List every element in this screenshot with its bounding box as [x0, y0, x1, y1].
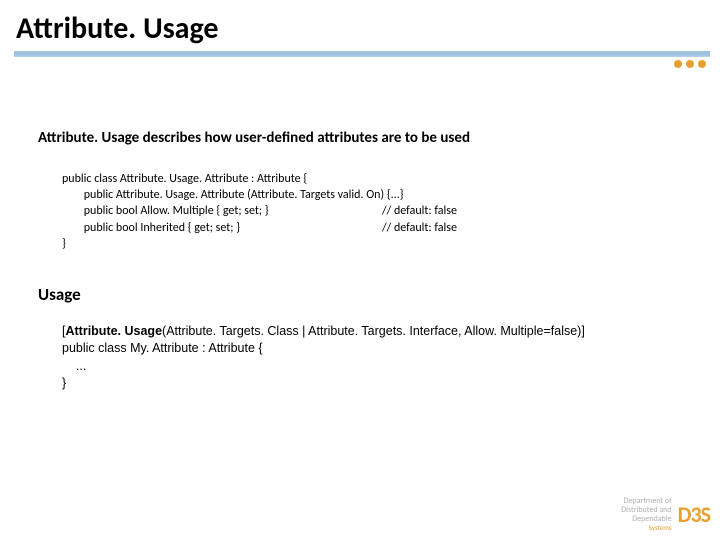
usage-heading: Usage: [38, 284, 694, 305]
code-block-usage: [Attribute. Usage(Attribute. Targets. Cl…: [38, 323, 694, 393]
d3s-logo: D3S: [678, 501, 710, 528]
code-line: public class My. Attribute : Attribute {: [62, 340, 694, 358]
code-block-definition: public class Attribute. Usage. Attribute…: [38, 171, 694, 252]
code-line: [Attribute. Usage(Attribute. Targets. Cl…: [62, 323, 694, 341]
slide-content: Attribute. Usage describes how user-defi…: [0, 57, 720, 393]
intro-text: Attribute. Usage describes how user-defi…: [38, 129, 694, 147]
footer-logo: Department of Distributed and Dependable…: [621, 497, 710, 532]
code-line: public class Attribute. Usage. Attribute…: [62, 171, 694, 187]
slide-title: Attribute. Usage: [0, 0, 720, 51]
code-line: }: [62, 236, 694, 252]
code-line: }: [62, 375, 694, 393]
decorative-dots: [674, 60, 706, 68]
footer-department-text: Department of Distributed and Dependable…: [621, 497, 671, 532]
code-line: ...: [62, 358, 694, 376]
code-line: public bool Allow. Multiple { get; set; …: [62, 203, 694, 219]
code-line: public Attribute. Usage. Attribute (Attr…: [62, 187, 694, 203]
code-line: public bool Inherited { get; set; }// de…: [62, 220, 694, 236]
